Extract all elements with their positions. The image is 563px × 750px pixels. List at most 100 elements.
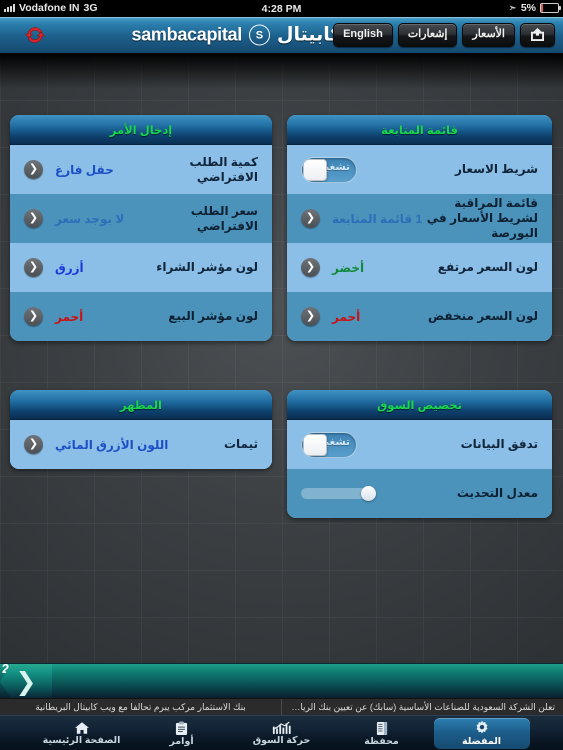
tab-label: حركة السوق (252, 735, 311, 746)
panel-market-customization: تخصيص السوق تدفق البيانات تشغيل معدل الت… (287, 390, 552, 518)
content-top-shadow (0, 53, 563, 89)
row-control: أزرق ❮ (24, 258, 84, 277)
row-label: ثيمات (223, 437, 258, 451)
row-price-down-color[interactable]: لون السعر منخفض أحمر ❮ (287, 292, 552, 341)
row-label: سعر الطلب الافتراضي (190, 203, 258, 233)
app-screen: Vodafone IN 3G 4:28 PM ➣ 5% سامباكابيتال… (0, 0, 563, 750)
chart-icon (272, 721, 292, 735)
panel-appearance: المظهر ثيمات اللون الأزرق المائي ❮ (10, 390, 272, 469)
prices-button[interactable]: الأسعار (462, 23, 515, 47)
row-label: لون السعر مرتفع (437, 260, 538, 274)
row-control (301, 486, 376, 501)
tab-portfolio[interactable]: محفظة (334, 718, 430, 749)
news-strip: تعلن الشركة السعودية للصناعات الأساسية (… (0, 698, 563, 716)
row-value: أحمر (332, 309, 361, 324)
battery-percent-label: 5% (520, 2, 536, 14)
row-ticker-watchlist[interactable]: قائمة المراقبة لشريط الأسعار في البورصة … (287, 194, 552, 243)
refresh-icon[interactable] (22, 22, 48, 48)
tab-label: أوامر (169, 735, 194, 747)
row-label: تدفق البيانات (460, 437, 538, 451)
panel-order-entry-title: إدخال الأمر (10, 115, 272, 145)
row-value: 1 قائمة المتابعة (332, 211, 423, 226)
share-icon[interactable] (520, 23, 555, 47)
settings-content: إدخال الأمر كمية الطلب الافتراضي حقل فار… (0, 53, 563, 663)
row-control: أخضر ❮ (301, 258, 364, 277)
row-buy-indicator-color[interactable]: لون مؤشر الشراء أزرق ❮ (10, 243, 272, 292)
row-label: لون مؤشر البيع (168, 309, 258, 323)
location-arrow-icon: ➣ (508, 2, 517, 14)
row-value: أزرق (55, 260, 84, 275)
refresh-rate-slider[interactable] (301, 486, 376, 501)
price-ticker-toggle[interactable]: تشغيل (301, 156, 357, 183)
row-refresh-rate[interactable]: معدل التحديث (287, 469, 552, 518)
row-data-streaming[interactable]: تدفق البيانات تشغيل (287, 420, 552, 469)
gear-icon (474, 720, 490, 736)
row-default-order-quantity[interactable]: كمية الطلب الافتراضي حقل فارغ ❮ (10, 145, 272, 194)
row-control: حقل فارغ ❮ (24, 160, 114, 179)
navbar-buttons: English إشعارات الأسعار (333, 23, 555, 47)
tab-label: المفضلة (461, 736, 502, 747)
chevron-left-icon[interactable]: ❮ (301, 307, 320, 326)
brand-english-label: sambacapital (131, 24, 243, 45)
toggle-knob (303, 158, 327, 181)
row-value: أحمر (55, 309, 84, 324)
brand-logo-icon: S (248, 24, 270, 46)
battery-icon (540, 3, 561, 13)
row-value: اللون الأزرق المائي (55, 437, 169, 452)
row-control: أحمر ❮ (301, 307, 360, 326)
chevron-left-icon[interactable]: ❮ (24, 435, 43, 454)
news-item[interactable]: تعلن الشركة السعودية للصناعات الأساسية (… (281, 699, 563, 716)
tab-settings[interactable]: المفضلة (433, 718, 530, 749)
slider-knob[interactable] (361, 486, 376, 501)
status-bar: Vodafone IN 3G 4:28 PM ➣ 5% (0, 0, 563, 17)
chevron-left-icon[interactable]: ❮ (24, 160, 43, 179)
data-streaming-toggle[interactable]: تشغيل (301, 431, 357, 458)
tab-market[interactable]: حركة السوق (234, 718, 330, 749)
portfolio-icon (376, 721, 388, 736)
panel-market-customization-title: تخصيص السوق (287, 390, 552, 420)
row-label: كمية الطلب الافتراضي (189, 154, 258, 184)
row-value: أخضر (332, 260, 365, 275)
row-value: حقل فارغ (55, 162, 114, 177)
row-default-order-price[interactable]: سعر الطلب الافتراضي لا يوجد سعر ❮ (10, 194, 272, 243)
row-label: لون السعر منخفض (428, 309, 538, 323)
tab-label: محفظة (364, 735, 399, 747)
tab-orders[interactable]: أوامر (134, 718, 230, 749)
toggle-knob (303, 433, 327, 456)
row-sell-indicator-color[interactable]: لون مؤشر البيع أحمر ❮ (10, 292, 272, 341)
notifications-button[interactable]: إشعارات (397, 23, 458, 47)
row-value: لا يوجد سعر (55, 211, 125, 226)
row-label: قائمة المراقبة لشريط الأسعار في البورصة (426, 196, 538, 240)
navigation-bar: سامباكابيتال S sambacapital English إشعا… (0, 17, 563, 54)
chevron-left-icon[interactable]: ❮ (301, 258, 320, 277)
row-price-up-color[interactable]: لون السعر مرتفع أخضر ❮ (287, 243, 552, 292)
row-control: لا يوجد سعر ❮ (24, 209, 124, 228)
price-ticker-strip: 20 تدا ❮ (0, 663, 563, 699)
row-price-ticker[interactable]: شريط الاسعار تشغيل (287, 145, 552, 194)
clipboard-icon (175, 721, 188, 736)
row-control: اللون الأزرق المائي ❮ (24, 435, 168, 454)
panel-order-entry: إدخال الأمر كمية الطلب الافتراضي حقل فار… (10, 115, 272, 341)
news-item[interactable]: بنك الاستثمار مركب يبرم تحالفا مع ويب كا… (0, 699, 281, 716)
row-control: 1 قائمة المتابعة ❮ (301, 209, 422, 228)
tab-bar: الصفحة الرئيسية أوامر حركة السوق محفظة ا… (0, 715, 563, 750)
panel-watchlist: قائمة المتابعة شريط الاسعار تشغيل قائمة … (287, 115, 552, 341)
chevron-left-icon[interactable]: ❮ (24, 258, 43, 277)
chevron-left-icon[interactable]: ❮ (24, 209, 43, 228)
status-right: ➣ 5% (508, 2, 561, 14)
chevron-left-icon[interactable]: ❮ (301, 209, 320, 228)
row-label: شريط الاسعار (455, 162, 538, 176)
panel-appearance-title: المظهر (10, 390, 272, 420)
chevron-left-icon[interactable]: ❮ (24, 307, 43, 326)
row-control: تشغيل (301, 156, 357, 183)
row-themes[interactable]: ثيمات اللون الأزرق المائي ❮ (10, 420, 272, 469)
row-label: معدل التحديث (456, 486, 538, 500)
language-button[interactable]: English (333, 23, 393, 47)
tab-label: الصفحة الرئيسية (42, 735, 121, 746)
home-icon (74, 721, 90, 735)
panel-watchlist-title: قائمة المتابعة (287, 115, 552, 145)
row-control: تشغيل (301, 431, 357, 458)
clock-label: 4:28 PM (261, 3, 302, 15)
row-control: أحمر ❮ (24, 307, 83, 326)
tab-home[interactable]: الصفحة الرئيسية (34, 718, 130, 749)
